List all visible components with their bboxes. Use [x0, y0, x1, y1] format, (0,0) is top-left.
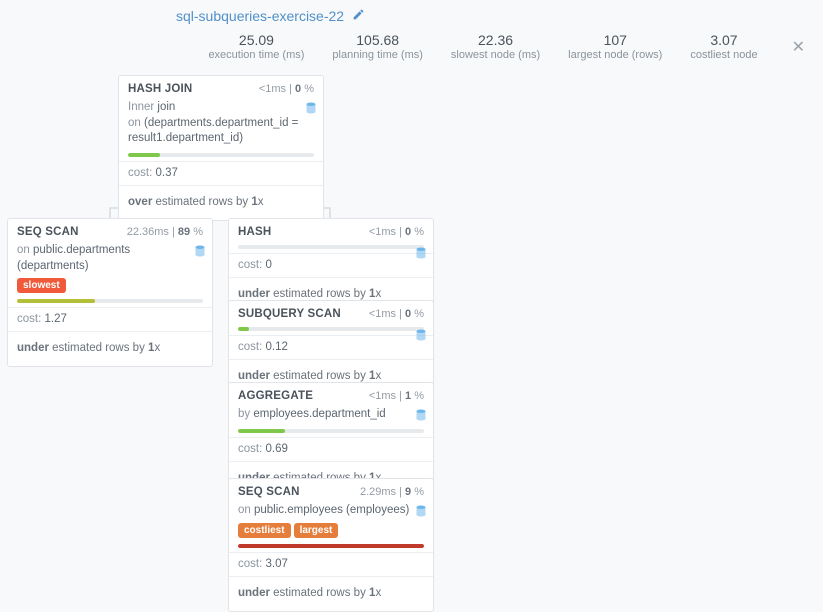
cost-line: cost: 0.12	[238, 341, 424, 355]
node-title: SEQ SCAN	[17, 226, 79, 238]
cost-line: cost: 0.69	[238, 443, 424, 457]
progress-bar	[238, 245, 424, 249]
database-icon[interactable]	[415, 247, 427, 261]
badge-largest: largest	[294, 523, 339, 538]
stat-cost-lbl: costliest node	[690, 49, 757, 61]
node-title: HASH	[238, 226, 271, 238]
cost-line: cost: 1.27	[17, 313, 203, 327]
node-desc: on public.departments (departments)	[17, 243, 203, 274]
node-stats: <1ms | 0 %	[369, 226, 424, 238]
estimate-line: under estimated rows by 1x	[17, 337, 203, 361]
badge-costliest: costliest	[238, 523, 291, 538]
badge-slowest: slowest	[17, 278, 66, 293]
node-title: SUBQUERY SCAN	[238, 308, 341, 320]
stat-plan-lbl: planning time (ms)	[332, 49, 422, 61]
node-stats: <1ms | 0 %	[369, 308, 424, 320]
node-stats: 2.29ms | 9 %	[360, 486, 424, 498]
cost-line: cost: 0	[238, 259, 424, 273]
stat-slow-lbl: slowest node (ms)	[451, 49, 540, 61]
progress-bar	[17, 299, 203, 303]
node-hash[interactable]: HASH <1ms | 0 % cost: 0 under estimated …	[228, 218, 434, 313]
stat-exec-lbl: execution time (ms)	[208, 49, 304, 61]
estimate-line: over estimated rows by 1x	[128, 191, 314, 215]
stat-exec-val: 25.09	[208, 32, 304, 48]
node-title: AGGREGATE	[238, 390, 313, 402]
close-icon[interactable]: ✕	[792, 37, 805, 57]
node-desc: on public.employees (employees)	[238, 503, 424, 519]
database-icon[interactable]	[415, 505, 427, 519]
stat-plan-val: 105.68	[332, 32, 422, 48]
node-stats: 22.36ms | 89 %	[127, 226, 203, 238]
database-icon[interactable]	[415, 409, 427, 423]
database-icon[interactable]	[415, 329, 427, 343]
cost-line: cost: 3.07	[238, 558, 424, 572]
database-icon[interactable]	[194, 245, 206, 259]
node-stats: <1ms | 1 %	[369, 390, 424, 402]
node-title: HASH JOIN	[128, 83, 192, 95]
node-stats: <1ms | 0 %	[259, 83, 314, 95]
progress-bar	[128, 153, 314, 157]
cost-line: cost: 0.37	[128, 167, 314, 181]
pencil-icon[interactable]	[352, 8, 365, 24]
node-title: SEQ SCAN	[238, 486, 300, 498]
progress-bar	[238, 429, 424, 433]
node-hash-join[interactable]: HASH JOIN <1ms | 0 % Inner joinon (depar…	[118, 75, 324, 221]
summary-stats: 25.09execution time (ms) 105.68planning …	[0, 28, 823, 75]
node-desc: Inner joinon (departments.department_id …	[128, 100, 314, 147]
node-desc: by employees.department_id	[238, 407, 424, 423]
stat-cost-val: 3.07	[690, 32, 757, 48]
stat-large-val: 107	[568, 32, 662, 48]
stat-slow-val: 22.36	[451, 32, 540, 48]
database-icon[interactable]	[305, 102, 317, 116]
page-title: sql-subqueries-exercise-22	[176, 8, 344, 24]
progress-bar	[238, 327, 424, 331]
stat-large-lbl: largest node (rows)	[568, 49, 662, 61]
node-subquery-scan[interactable]: SUBQUERY SCAN <1ms | 0 % cost: 0.12 unde…	[228, 300, 434, 395]
progress-bar	[238, 544, 424, 548]
estimate-line: under estimated rows by 1x	[238, 582, 424, 606]
node-seq-scan-employees[interactable]: SEQ SCAN 2.29ms | 9 % on public.employee…	[228, 478, 434, 612]
node-seq-scan-departments[interactable]: SEQ SCAN 22.36ms | 89 % on public.depart…	[7, 218, 213, 367]
